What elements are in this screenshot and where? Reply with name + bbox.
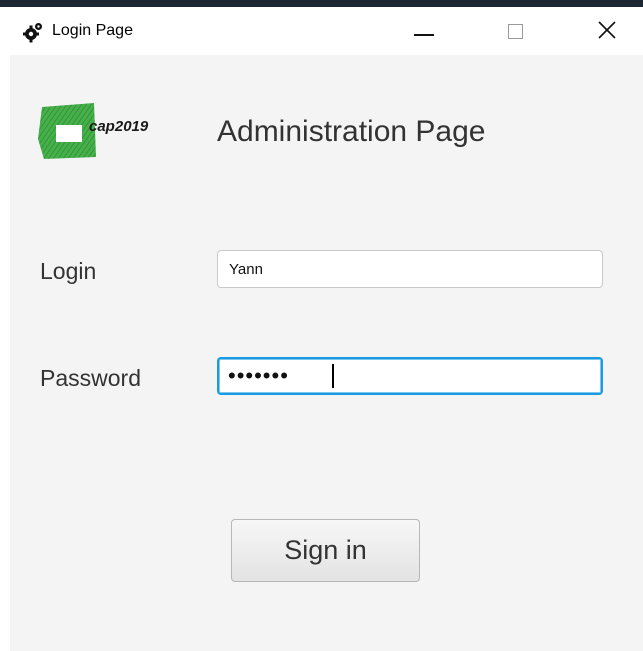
minimize-icon	[414, 34, 434, 36]
screen-top-edge	[0, 0, 643, 7]
login-label: Login	[40, 258, 97, 284]
login-input[interactable]	[217, 250, 603, 288]
minimize-button[interactable]	[392, 7, 450, 55]
window-title: Login Page	[52, 22, 133, 39]
close-icon	[598, 21, 616, 39]
login-window: Login Page cap2019 Administration Page L…	[10, 7, 643, 651]
password-input[interactable]	[217, 357, 603, 395]
close-button[interactable]	[576, 7, 634, 55]
maximize-icon	[508, 24, 523, 39]
app-gear-icon	[23, 23, 42, 43]
sign-in-button[interactable]: Sign in	[231, 519, 420, 582]
page-title: Administration Page	[217, 115, 486, 148]
maximize-button[interactable]	[488, 7, 546, 55]
title-bar[interactable]: Login Page	[10, 7, 643, 55]
logo-text: cap2019	[89, 118, 149, 135]
text-caret	[332, 364, 334, 388]
password-label: Password	[40, 365, 141, 391]
